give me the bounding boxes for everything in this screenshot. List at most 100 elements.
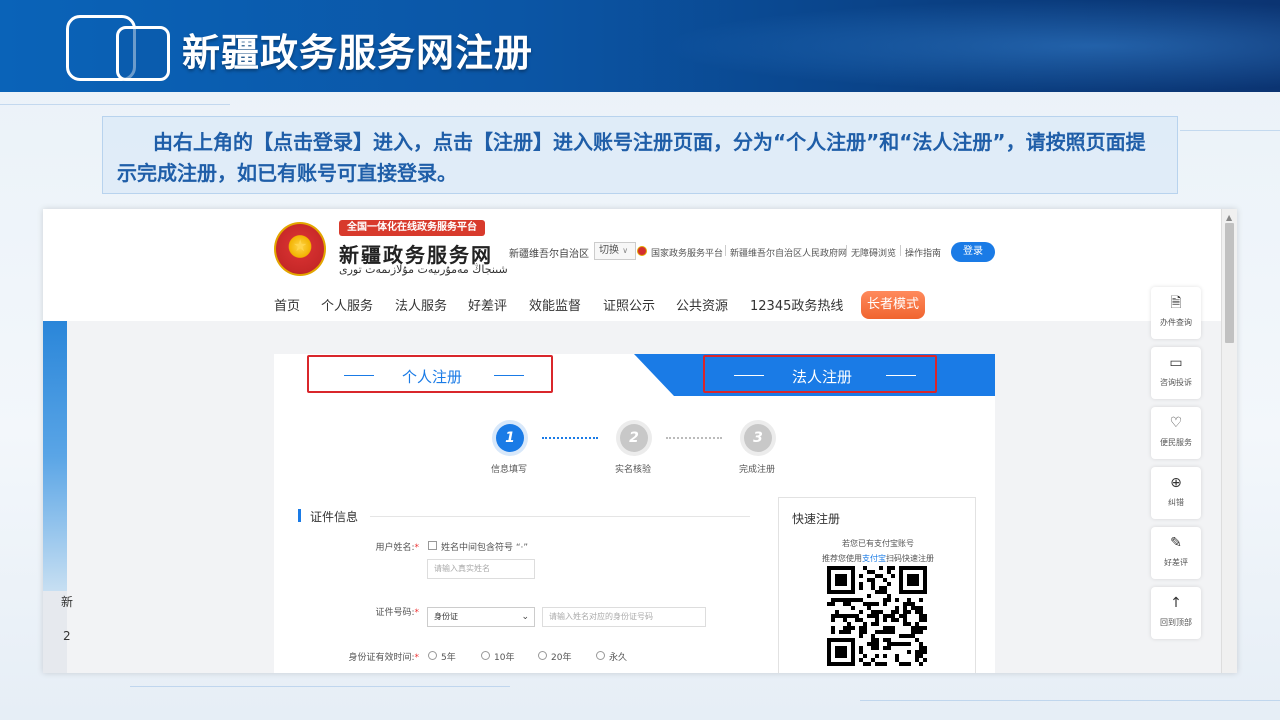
site-header: ★ 全国一体化在线政务服务平台 新疆政务服务网 شىنجاڭ مەمۇرىيەت… (43, 209, 1237, 321)
left-fragment-text: 2 (63, 629, 71, 643)
step-1-circle: 1 (496, 424, 524, 452)
validity-label: 身份证有效时间:* (294, 650, 419, 663)
required-mark: * (414, 653, 420, 663)
chevron-down-icon: ⌄ (521, 612, 529, 622)
edit-review-icon: ✎ (1170, 535, 1182, 551)
step-connector (666, 437, 722, 439)
region-label: 新疆维吾尔自治区 (509, 249, 589, 260)
section-title: 证件信息 (310, 510, 359, 524)
left-banner-fragment (43, 321, 67, 591)
scrollbar[interactable]: ▲ (1221, 209, 1237, 673)
divider (846, 245, 847, 256)
quick-register-hint: 若您已有支付宝账号 (842, 539, 914, 548)
region-switch-label: 切换 (599, 245, 619, 256)
heart-service-icon: ♡ (1169, 415, 1183, 431)
float-btn-label: 办件查询 (1160, 318, 1192, 327)
alipay-link[interactable]: 支付宝 (862, 554, 886, 563)
section-marker (298, 509, 301, 522)
region-switch-dropdown[interactable]: 切换 ∨ (594, 242, 636, 260)
validity-option-label: 10年 (494, 653, 515, 663)
required-mark: * (414, 608, 420, 618)
banner-logo-frame-inner (116, 26, 170, 81)
chat-icon: ▭ (1169, 355, 1183, 371)
float-btn-service[interactable]: ♡ 便民服务 (1151, 407, 1201, 459)
platform-tag: 全国一体化在线政务服务平台 (339, 220, 485, 236)
recommend-prefix: 推荐您使用 (822, 554, 862, 563)
step-1-label: 信息填写 (491, 465, 528, 475)
validity-label-text: 身份证有效时间: (348, 653, 415, 663)
slide-banner: 新疆政务服务网注册 (0, 0, 1280, 92)
float-btn-label: 咨询投诉 (1160, 378, 1192, 387)
dot-symbol-checkbox-label: 姓名中间包含符号 “·” (441, 543, 529, 553)
link-guide[interactable]: 操作指南 (905, 246, 941, 259)
link-national-platform[interactable]: 国家政务服务平台 (651, 246, 723, 259)
float-btn-consult[interactable]: ▭ 咨询投诉 (1151, 347, 1201, 399)
float-btn-label: 纠错 (1168, 498, 1184, 507)
step-3-circle: 3 (744, 424, 772, 452)
magnifier-icon: ⊕ (1170, 475, 1182, 491)
section-divider (370, 516, 750, 517)
step-2-label: 实名核验 (615, 465, 652, 475)
username-label-text: 用户姓名: (375, 543, 415, 553)
validity-radio-5y[interactable] (428, 651, 437, 660)
dot-symbol-checkbox[interactable] (428, 541, 437, 550)
nav-item-hotline[interactable]: 12345政务热线 (750, 295, 843, 314)
nav-item-home[interactable]: 首页 (274, 295, 300, 314)
validity-option-label: 永久 (609, 653, 628, 663)
decor-line (130, 686, 510, 687)
scroll-up-arrow-icon[interactable]: ▲ (1226, 213, 1232, 222)
website-screenshot: ★ 全国一体化在线政务服务平台 新疆政务服务网 شىنجاڭ مەمۇرىيەت… (43, 209, 1237, 673)
login-button[interactable]: 登录 (951, 242, 995, 262)
id-type-select[interactable]: 身份证 ⌄ (427, 607, 535, 627)
float-btn-back-top[interactable]: ↑ 回到顶部 (1151, 587, 1201, 639)
link-xinjiang-gov[interactable]: 新疆维吾尔自治区人民政府网 (730, 246, 847, 259)
username-input[interactable]: 请输入真实姓名 (427, 559, 535, 579)
validity-option-label: 20年 (551, 653, 572, 663)
decor-line (1180, 130, 1280, 131)
alipay-qr-code (827, 566, 927, 666)
step-3-label: 完成注册 (739, 465, 776, 475)
nav-item-review[interactable]: 好差评 (468, 295, 507, 314)
link-accessibility[interactable]: 无障碍浏览 (851, 246, 896, 259)
validity-radio-10y[interactable] (481, 651, 490, 660)
registration-card: 个人注册 法人注册 1 2 3 信息填写 实名核验 完成注册 证件信息 用户姓名… (274, 354, 995, 673)
validity-radio-20y[interactable] (538, 651, 547, 660)
national-emblem-icon: ★ (274, 222, 326, 276)
float-btn-label: 回到顶部 (1160, 618, 1192, 627)
id-type-value: 身份证 (434, 612, 458, 621)
validity-radio-permanent[interactable] (596, 651, 605, 660)
elder-mode-button[interactable]: 长者模式 (861, 291, 925, 319)
quick-register-title: 快速注册 (792, 512, 841, 526)
decor-line (860, 700, 1280, 701)
instruction-text: 由右上角的【点击登录】进入，点击【注册】进入账号注册页面，分为“个人注册”和“法… (102, 116, 1178, 194)
username-label: 用户姓名:* (314, 540, 419, 553)
nav-item-legal[interactable]: 法人服务 (395, 295, 447, 314)
float-btn-case-query[interactable]: 🗎 办件查询 (1151, 287, 1201, 339)
id-number-input[interactable]: 请输入姓名对应的身份证号码 (542, 607, 706, 627)
float-btn-label: 好差评 (1164, 558, 1188, 567)
nav-item-personal[interactable]: 个人服务 (321, 295, 373, 314)
gov-platform-icon (637, 246, 647, 256)
scroll-thumb[interactable] (1225, 223, 1234, 343)
nav-item-license[interactable]: 证照公示 (603, 295, 655, 314)
divider (900, 245, 901, 256)
arrow-up-icon: ↑ (1170, 595, 1182, 611)
nav-item-supervision[interactable]: 效能监督 (529, 295, 581, 314)
float-btn-correction[interactable]: ⊕ 纠错 (1151, 467, 1201, 519)
float-btn-label: 便民服务 (1160, 438, 1192, 447)
float-btn-review[interactable]: ✎ 好差评 (1151, 527, 1201, 579)
id-number-label-text: 证件号码: (375, 608, 415, 618)
decor-line (0, 104, 230, 105)
quick-register-recommend: 推荐您使用支付宝扫码快速注册 (779, 553, 977, 564)
recommend-suffix: 扫码快速注册 (886, 554, 934, 563)
step-2-circle: 2 (620, 424, 648, 452)
highlight-box-personal (307, 355, 553, 393)
left-fragment-text: 新 (61, 595, 74, 609)
required-mark: * (414, 543, 420, 553)
banner-glow (660, 0, 1280, 92)
quick-register-panel: 快速注册 若您已有支付宝账号 推荐您使用支付宝扫码快速注册 (778, 497, 976, 673)
step-connector (542, 437, 598, 439)
validity-option-label: 5年 (441, 653, 456, 663)
highlight-box-legal (703, 355, 937, 393)
nav-item-resources[interactable]: 公共资源 (676, 295, 728, 314)
